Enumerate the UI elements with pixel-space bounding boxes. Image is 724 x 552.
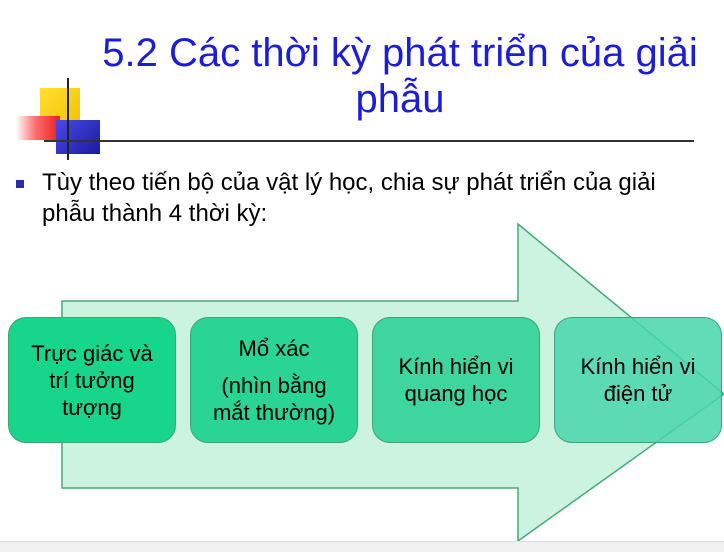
stage-3-line-1: Kính hiển vi bbox=[398, 354, 514, 379]
stage-2-line-1: Mổ xác bbox=[238, 335, 310, 361]
stage-1-line-1: Trực giác và bbox=[31, 340, 153, 366]
stage-3-line-2: quang học bbox=[404, 381, 508, 406]
stage-2-line-2: (nhìn bằng bbox=[221, 372, 327, 398]
stage-1-line-3: tượng bbox=[62, 394, 122, 420]
stage-box-4: Kính hiển vi điện tử bbox=[554, 317, 722, 443]
stage-box-3: Kính hiển vi quang học bbox=[372, 317, 540, 443]
stage-4-line-1: Kính hiển vi bbox=[580, 354, 696, 379]
bottom-strip bbox=[0, 541, 724, 552]
stage-2-line-3: mắt thường) bbox=[212, 399, 336, 425]
stage-box-1: Trực giác và trí tưởng tượng bbox=[8, 317, 176, 443]
stage-4-line-2: điện tử bbox=[603, 381, 673, 406]
process-arrow bbox=[61, 222, 724, 543]
stage-1-line-2: trí tưởng bbox=[49, 367, 135, 393]
slide: 5.2 Các thời kỳ phát triển của giải phẫu… bbox=[0, 0, 724, 552]
stage-box-2: Mổ xác (nhìn bằng mắt thường) bbox=[190, 317, 358, 443]
